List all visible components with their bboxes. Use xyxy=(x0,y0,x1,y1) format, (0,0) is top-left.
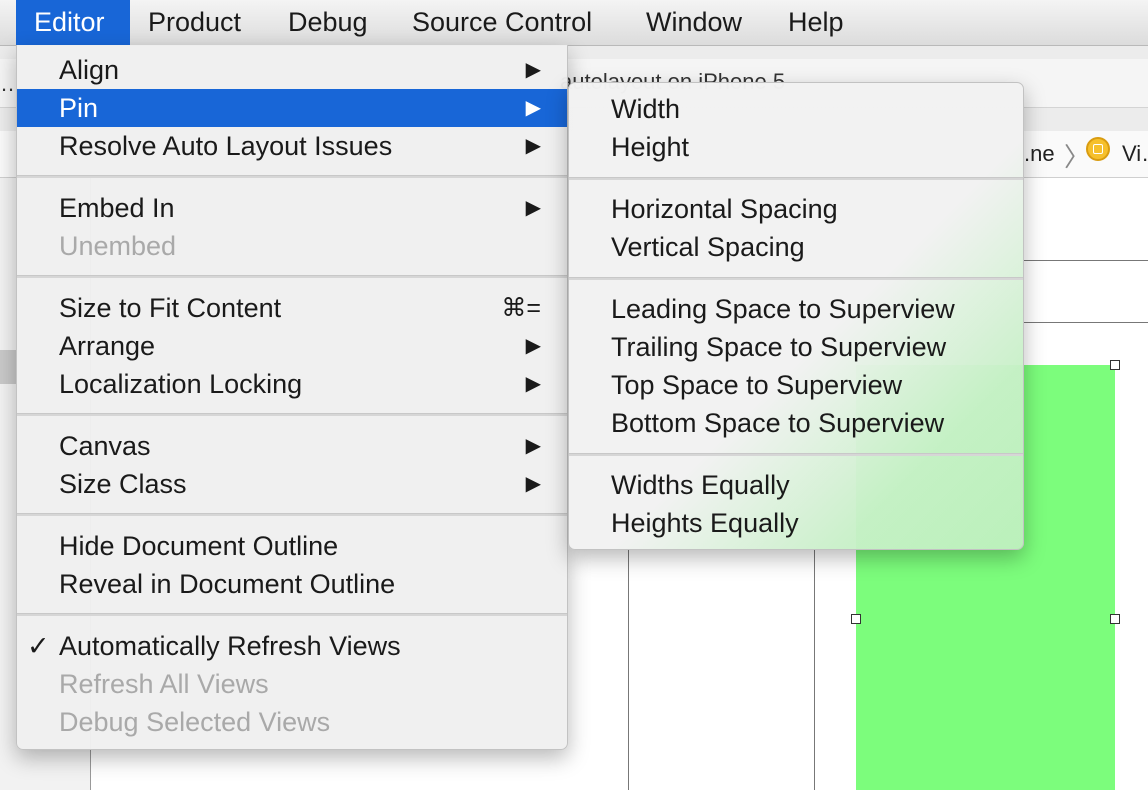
menu-item-label: Reveal in Document Outline xyxy=(59,569,396,599)
menu-item-arrange[interactable]: Arrange ▶ xyxy=(17,327,567,365)
menu-item-localization-locking[interactable]: Localization Locking ▶ xyxy=(17,365,567,403)
submenu-item-leading-space[interactable]: Leading Space to Superview xyxy=(569,290,1023,328)
resize-handle[interactable] xyxy=(1110,360,1120,370)
submenu-item-horizontal-spacing[interactable]: Horizontal Spacing xyxy=(569,190,1023,228)
menu-item-pin[interactable]: Pin ▶ xyxy=(17,89,567,127)
layout-guide-line xyxy=(1024,260,1148,261)
submenu-arrow-icon: ▶ xyxy=(525,97,541,119)
menu-item-label: Automatically Refresh Views xyxy=(59,631,401,661)
menu-item-label: Embed In xyxy=(59,193,175,223)
menu-separator xyxy=(17,175,567,178)
menu-product[interactable]: Product xyxy=(130,0,259,45)
menu-separator xyxy=(17,275,567,278)
submenu-arrow-icon: ▶ xyxy=(525,335,541,357)
layout-guide-line xyxy=(814,550,815,790)
menu-editor[interactable]: Editor xyxy=(16,0,130,45)
submenu-item-height[interactable]: Height xyxy=(569,128,1023,166)
menu-item-label: Debug Selected Views xyxy=(59,707,331,737)
submenu-arrow-icon: ▶ xyxy=(525,473,541,495)
resize-handle[interactable] xyxy=(851,614,861,624)
layout-guide-line xyxy=(628,550,629,790)
submenu-item-vertical-spacing[interactable]: Vertical Spacing xyxy=(569,228,1023,266)
menu-item-label: Hide Document Outline xyxy=(59,531,339,561)
editor-menu: Align ▶ Pin ▶ Resolve Auto Layout Issues… xyxy=(16,45,568,750)
menu-item-canvas[interactable]: Canvas ▶ xyxy=(17,427,567,465)
resize-handle[interactable] xyxy=(1110,614,1120,624)
menu-item-label: Arrange xyxy=(59,331,156,361)
menu-item-label: Size Class xyxy=(59,469,187,499)
menu-item-embed-in[interactable]: Embed In ▶ xyxy=(17,189,567,227)
menu-item-label: Canvas xyxy=(59,431,151,461)
breadcrumb-chevron-icon: 〉 xyxy=(1064,142,1091,172)
menu-item-label: Localization Locking xyxy=(59,369,303,399)
menu-bar: Editor Product Debug Source Control Wind… xyxy=(0,0,1148,46)
menu-debug[interactable]: Debug xyxy=(270,0,386,45)
checkmark-icon: ✓ xyxy=(27,631,50,661)
menu-item-label: Align xyxy=(59,55,120,85)
menu-separator xyxy=(569,453,1023,456)
menu-item-refresh-all-views: Refresh All Views xyxy=(17,665,567,703)
menu-separator xyxy=(569,177,1023,180)
submenu-item-heights-equally[interactable]: Heights Equally xyxy=(569,504,1023,542)
menu-item-size-class[interactable]: Size Class ▶ xyxy=(17,465,567,503)
breadcrumb-item-view-controller[interactable]: Vi… xyxy=(1122,141,1148,167)
layout-guide-line xyxy=(1024,322,1148,323)
menu-item-size-to-fit[interactable]: Size to Fit Content ⌘= xyxy=(17,289,567,327)
menu-item-label: Refresh All Views xyxy=(59,669,269,699)
menu-window[interactable]: Window xyxy=(628,0,760,45)
submenu-arrow-icon: ▶ xyxy=(525,435,541,457)
submenu-item-trailing-space[interactable]: Trailing Space to Superview xyxy=(569,328,1023,366)
outline-selection xyxy=(0,350,16,384)
menu-item-label: Resolve Auto Layout Issues xyxy=(59,131,393,161)
breadcrumb-item[interactable]: .ne xyxy=(1024,141,1055,167)
menu-item-align[interactable]: Align ▶ xyxy=(17,51,567,89)
submenu-item-bottom-space[interactable]: Bottom Space to Superview xyxy=(569,404,1023,442)
submenu-item-width[interactable]: Width xyxy=(569,90,1023,128)
menu-item-reveal-in-document-outline[interactable]: Reveal in Document Outline xyxy=(17,565,567,603)
menu-item-label: Pin xyxy=(59,93,99,123)
menu-source-control[interactable]: Source Control xyxy=(394,0,610,45)
pin-submenu: Width Height Horizontal Spacing Vertical… xyxy=(568,82,1024,550)
menu-help[interactable]: Help xyxy=(770,0,862,45)
submenu-arrow-icon: ▶ xyxy=(525,197,541,219)
submenu-arrow-icon: ▶ xyxy=(525,135,541,157)
submenu-arrow-icon: ▶ xyxy=(525,59,541,81)
keyboard-shortcut: ⌘= xyxy=(501,294,541,322)
submenu-arrow-icon: ▶ xyxy=(525,373,541,395)
menu-separator xyxy=(569,277,1023,280)
menu-item-label: Size to Fit Content xyxy=(59,293,282,323)
menu-separator xyxy=(17,613,567,616)
menu-item-unembed: Unembed xyxy=(17,227,567,265)
menu-item-label: Unembed xyxy=(59,231,177,261)
menu-item-debug-selected-views: Debug Selected Views xyxy=(17,703,567,741)
menu-separator xyxy=(17,413,567,416)
menu-item-hide-document-outline[interactable]: Hide Document Outline xyxy=(17,527,567,565)
menu-item-resolve-auto-layout[interactable]: Resolve Auto Layout Issues ▶ xyxy=(17,127,567,165)
view-controller-icon xyxy=(1086,137,1110,161)
submenu-item-top-space[interactable]: Top Space to Superview xyxy=(569,366,1023,404)
menu-item-automatically-refresh-views[interactable]: ✓ Automatically Refresh Views xyxy=(17,627,567,665)
submenu-item-widths-equally[interactable]: Widths Equally xyxy=(569,466,1023,504)
menu-separator xyxy=(17,513,567,516)
